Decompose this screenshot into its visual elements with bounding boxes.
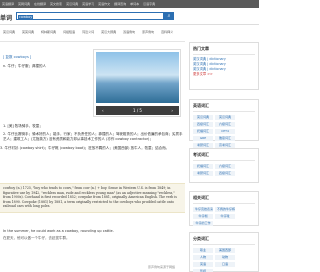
dictionary-tabs: 英汉词典 英英词典 柯林斯词典 词组短语 同近义词 英汉大辞典 双语例句 原声例… (0, 26, 189, 38)
top-nav-item[interactable]: 英汉词典 (66, 2, 78, 6)
gallery-photo[interactable] (96, 52, 179, 103)
divider (193, 54, 255, 55)
category-tag[interactable]: 口语 (215, 262, 235, 267)
tab-item[interactable]: 英汉大辞典 (101, 30, 116, 34)
exam-tag[interactable]: 考研词汇 (193, 171, 213, 176)
tab-item[interactable]: 双语例句 (123, 30, 135, 34)
tab-item[interactable]: 百科释义 (161, 30, 173, 34)
sidebar-title: 英语词汇 (193, 103, 209, 108)
related-tag[interactable]: 牛仔的工作 (193, 221, 213, 226)
search-input-value: cowboy (18, 14, 34, 19)
related-tag[interactable]: 牛仔靴 (215, 214, 235, 219)
gallery-counter: 1 / 5 (133, 108, 142, 113)
top-nav-item[interactable]: 英网词典 (18, 2, 30, 6)
site-logo[interactable]: 单词 (0, 13, 12, 22)
vocab-tag[interactable]: 英汉词典 (193, 115, 213, 120)
sidebar-title: 考试词汇 (193, 152, 209, 157)
top-nav-item[interactable]: 英语作文 (98, 2, 110, 6)
sidebar-hot-articles: 热门文章 英汉词典 | dictionary 英汉词典 | dictionary… (189, 42, 259, 90)
tab-item[interactable]: 英汉词典 (3, 30, 15, 34)
more-articles-link[interactable]: 更多文章 >> (190, 72, 258, 77)
vocab-tag[interactable]: 托福词汇 (193, 129, 213, 134)
top-nav-item[interactable]: 翻译查询 (114, 2, 126, 6)
sidebar-vocab-tags: 英语词汇 英汉词典 英汉词典 四级词汇 六级词汇 托福词汇 CET4 GRE 雅… (189, 99, 259, 155)
example-en: In the summer, he could work as a cowboy… (3, 229, 114, 233)
top-nav-bar: 英语翻译 英网词典 在线翻译 英文搜索 英汉词典 英语学习 英语作文 翻译查询 … (0, 0, 259, 8)
category-tag[interactable]: 人物 (193, 255, 213, 260)
tab-item[interactable]: 英英词典 (22, 30, 34, 34)
vocab-tag[interactable]: 雅思词汇 (215, 136, 235, 141)
vocab-tag[interactable]: 四级词汇 (193, 122, 213, 127)
sidebar-exam-tags: 考试词汇 托福词汇 六级词汇 考研词汇 四级词汇 (189, 148, 259, 183)
vocab-tag[interactable]: GRE (193, 136, 213, 141)
top-nav-item[interactable]: 在线翻译 (34, 2, 46, 6)
entry-meaning: n. 牛仔；牛仔服；莽撞的人 (3, 64, 46, 68)
related-tag[interactable]: 牛仔竞技表演 (193, 207, 213, 212)
category-tag[interactable]: 职业 (193, 248, 213, 253)
gallery-controls: ‹ 1 / 5 › (96, 106, 179, 115)
top-nav-item[interactable]: 单词本 (130, 2, 139, 6)
vocab-tag[interactable]: 六级词汇 (215, 122, 235, 127)
tab-item[interactable]: 词组短语 (63, 30, 75, 34)
exam-tag[interactable]: 托福词汇 (193, 164, 213, 169)
sidebar-category-tags: 分类词汇 职业 美国西部 人物 动物 英语 口语 影视 (189, 232, 259, 272)
tab-item[interactable]: 原声例句 (142, 30, 154, 34)
tab-item[interactable]: 柯林斯词典 (41, 30, 56, 34)
related-tag[interactable]: 牛仔帽 (193, 214, 213, 219)
category-tag[interactable]: 动物 (215, 255, 235, 260)
vocab-tag[interactable]: 英汉词典 (215, 115, 235, 120)
search-header: 单词 cowboy ⌕ (0, 8, 259, 25)
prev-icon[interactable]: ‹ (102, 108, 104, 113)
search-input[interactable]: cowboy (16, 12, 164, 20)
exam-tag[interactable]: 四级词汇 (215, 171, 235, 176)
search-button[interactable]: ⌕ (164, 12, 174, 20)
exam-tag[interactable]: 六级词汇 (215, 164, 235, 169)
entry-plural: [ 复数 cowboys ] (3, 55, 32, 59)
category-tag[interactable]: 美国西部 (215, 248, 235, 253)
etymology-block: cowboy (n.) 1725, "boy who tends to cows… (0, 183, 185, 213)
example-source: 原声例句来源于网络 (148, 265, 176, 269)
sidebar-title: 分类词汇 (193, 236, 209, 241)
sidebar-related-tags: 相关词汇 牛仔竞技表演 不羁的牛仔裤 牛仔帽 牛仔靴 牛仔的工作 (189, 191, 259, 226)
example-zh: 在夏天，他可以做一个牛仔，去赶拢牛群。 (3, 236, 70, 240)
definition-2: 2. 牛仔比赛骑手；骑术好的人；能手，行家；不负责任的人；莽撞的人；驾驶粗鲁的人… (3, 132, 183, 141)
image-gallery: ‹ 1 / 5 › (93, 49, 181, 117)
definition-1: 1. [美] 牧场骑手，牧童； (3, 124, 43, 128)
divider (0, 41, 185, 42)
top-nav-item[interactable]: 英语学习 (82, 2, 94, 6)
sidebar-title: 热门文章 (193, 46, 209, 51)
related-tag[interactable]: 不羁的牛仔裤 (215, 207, 235, 212)
definition-3: 3. 牛仔衬衫 (cowboy shirt)；牛仔靴 (cowboy boot)… (0, 146, 170, 150)
vocab-tag[interactable]: CET4 (215, 129, 235, 134)
top-nav-item[interactable]: 汉语字典 (143, 2, 155, 6)
top-nav-item[interactable]: 英语翻译 (2, 2, 14, 6)
tab-item[interactable]: 同近义词 (82, 30, 94, 34)
sidebar-title: 相关词汇 (193, 195, 209, 200)
category-tag[interactable]: 英语 (193, 262, 213, 267)
top-nav-item[interactable]: 英文搜索 (50, 2, 62, 6)
next-icon[interactable]: › (171, 108, 173, 113)
